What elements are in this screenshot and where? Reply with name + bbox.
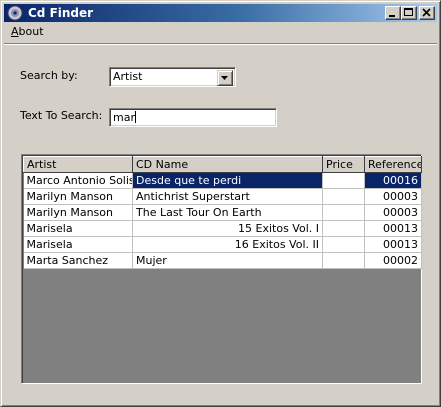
- cell-price[interactable]: [322, 252, 365, 269]
- maximize-icon: [404, 8, 413, 16]
- maximize-button[interactable]: [401, 6, 417, 20]
- cell-price[interactable]: [322, 236, 365, 253]
- menu-about-mnemonic: A: [11, 25, 19, 38]
- table-row[interactable]: Marisela 16 Exitos Vol. II 00013: [23, 236, 422, 253]
- column-header-artist[interactable]: Artist: [23, 156, 133, 173]
- cell-price[interactable]: [322, 220, 365, 237]
- cell-artist[interactable]: Marisela: [23, 236, 133, 253]
- text-to-search-value: mar: [113, 111, 135, 124]
- results-grid[interactable]: Artist CD Name Price Reference Marco Ant…: [21, 154, 422, 384]
- table-row[interactable]: Marta Sanchez Mujer 00002: [23, 252, 422, 269]
- cell-reference[interactable]: 00003: [364, 204, 422, 221]
- menu-about[interactable]: About: [11, 25, 44, 39]
- column-header-cd-name[interactable]: CD Name: [132, 156, 323, 173]
- cell-reference[interactable]: 00016: [364, 172, 422, 189]
- app-window: Cd Finder About Search by: Artist Text T…: [0, 0, 441, 407]
- text-to-search-input[interactable]: mar: [109, 108, 277, 127]
- table-row[interactable]: Marilyn Manson The Last Tour On Earth 0000…: [23, 204, 422, 221]
- cell-reference[interactable]: 00003: [364, 188, 422, 205]
- cell-artist[interactable]: Marco Antonio Solis: [23, 172, 133, 189]
- cell-cd-name[interactable]: The Last Tour On Earth: [132, 204, 323, 221]
- cell-artist[interactable]: Marilyn Manson: [23, 204, 133, 221]
- cell-price[interactable]: [322, 204, 365, 221]
- dropdown-arrow-icon: [221, 76, 228, 80]
- cell-cd-name[interactable]: Mujer: [132, 252, 323, 269]
- cell-cd-name[interactable]: 16 Exitos Vol. II: [132, 236, 323, 253]
- cell-reference[interactable]: 00013: [364, 236, 422, 253]
- cell-artist[interactable]: Marisela: [23, 220, 133, 237]
- column-header-reference[interactable]: Reference: [364, 156, 422, 173]
- menu-divider: [4, 43, 437, 45]
- cell-artist[interactable]: Marilyn Manson: [23, 188, 133, 205]
- cell-price[interactable]: [322, 188, 365, 205]
- menu-about-label: bout: [18, 25, 44, 38]
- grid-header-row: Artist CD Name Price Reference: [23, 156, 422, 173]
- menu-bar: About: [4, 23, 437, 41]
- cell-reference[interactable]: 00002: [364, 252, 422, 269]
- cell-cd-name[interactable]: Desde que te perdi: [132, 172, 323, 189]
- close-button[interactable]: [419, 6, 435, 20]
- search-by-label: Search by:: [20, 69, 78, 82]
- cell-artist[interactable]: Marta Sanchez: [23, 252, 133, 269]
- results-table: Artist CD Name Price Reference Marco Ant…: [23, 156, 422, 269]
- search-by-select[interactable]: Artist: [109, 67, 236, 87]
- column-header-price[interactable]: Price: [322, 156, 365, 173]
- cell-reference[interactable]: 00013: [364, 220, 422, 237]
- text-to-search-label: Text To Search:: [20, 109, 103, 122]
- text-caret: [134, 111, 136, 123]
- table-row[interactable]: Marisela 15 Exitos Vol. I 00013: [23, 220, 422, 237]
- cell-cd-name[interactable]: Antichrist Superstart: [132, 188, 323, 205]
- window-title: Cd Finder: [28, 6, 94, 20]
- search-by-dropdown-button[interactable]: [217, 70, 233, 86]
- minimize-icon: [389, 15, 395, 17]
- grid-body: Marco Antonio Solis Desde que te perdi 000…: [23, 172, 422, 269]
- cell-cd-name[interactable]: 15 Exitos Vol. I: [132, 220, 323, 237]
- cd-disc-icon: [7, 5, 23, 21]
- table-row[interactable]: Marilyn Manson Antichrist Superstart 00003: [23, 188, 422, 205]
- minimize-button[interactable]: [385, 6, 401, 20]
- search-by-value: Artist: [113, 70, 143, 83]
- close-icon: [422, 8, 431, 17]
- table-row[interactable]: Marco Antonio Solis Desde que te perdi 000…: [23, 172, 422, 189]
- cell-price[interactable]: [322, 172, 365, 189]
- title-bar[interactable]: Cd Finder: [4, 4, 437, 22]
